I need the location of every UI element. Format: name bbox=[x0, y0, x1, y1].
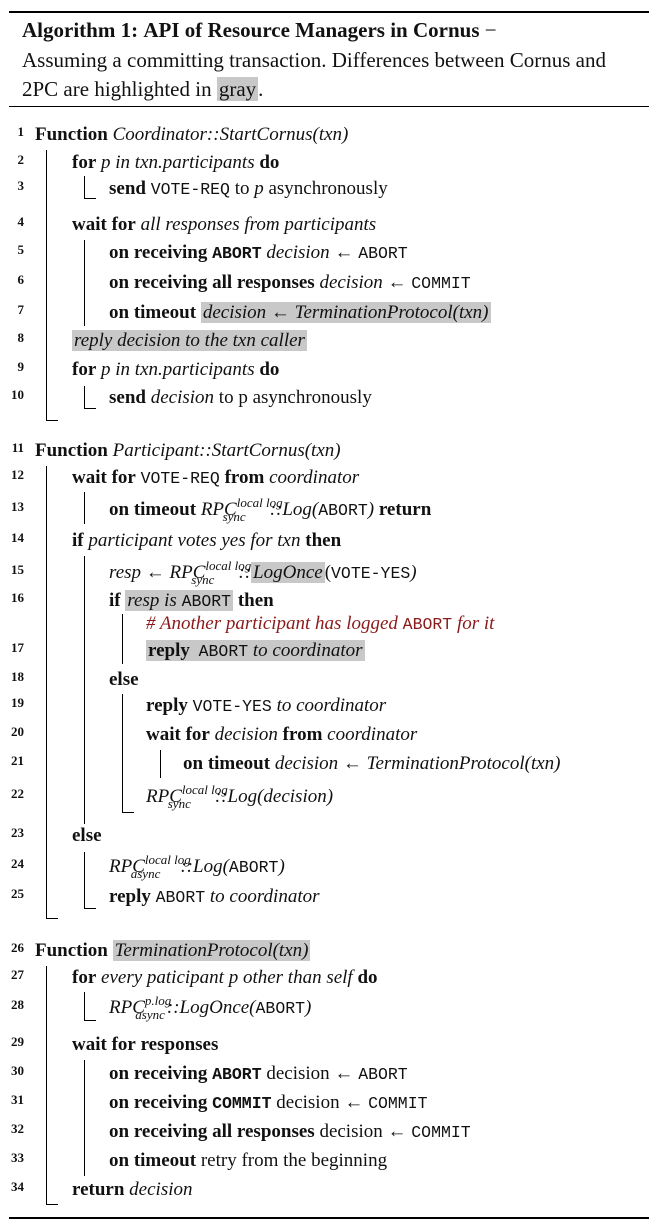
top-rule bbox=[9, 11, 649, 13]
block-bar-f2 bbox=[46, 466, 47, 918]
block-bar-for1 bbox=[84, 176, 85, 198]
block-bar-wait3 bbox=[160, 750, 161, 778]
caption-gray-word: gray bbox=[216, 77, 259, 101]
bottom-rule bbox=[9, 1217, 649, 1219]
block-bar-wait1 bbox=[84, 240, 85, 326]
algorithm-caption: Algorithm 1: API of Resource Managers in… bbox=[22, 18, 606, 102]
block-bar-else2 bbox=[122, 694, 123, 812]
block-bar-for3 bbox=[84, 992, 85, 1020]
block-bar-wait4 bbox=[84, 1060, 85, 1176]
block-bar-if2 bbox=[122, 614, 123, 664]
block-bar-wait2 bbox=[84, 492, 85, 524]
caption-label: Algorithm 1: bbox=[22, 18, 139, 42]
caption-text: Assuming a committing transaction. Diffe… bbox=[22, 47, 606, 102]
caption-title: API of Resource Managers in Cornus bbox=[143, 18, 480, 42]
block-end-f1 bbox=[46, 420, 58, 421]
block-bar-f3 bbox=[46, 966, 47, 1204]
block-bar-else1 bbox=[84, 852, 85, 908]
block-bar-for2 bbox=[84, 386, 85, 408]
mid-rule bbox=[9, 106, 649, 107]
block-bar-if1 bbox=[84, 556, 85, 824]
block-bar-f1 bbox=[46, 150, 47, 420]
